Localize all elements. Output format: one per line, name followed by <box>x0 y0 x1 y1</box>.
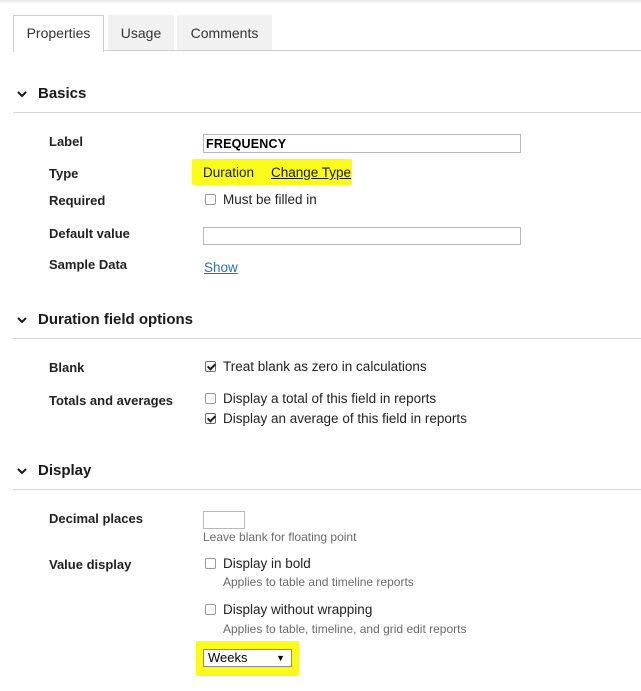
tab-usage[interactable]: Usage <box>108 15 174 51</box>
totals-label: Totals and averages <box>49 393 174 408</box>
average-checkbox-label: Display an average of this field in repo… <box>223 411 467 426</box>
bold-checkbox[interactable] <box>205 558 216 569</box>
section-divider <box>13 112 641 113</box>
section-duration-header[interactable]: Duration field options <box>17 311 193 328</box>
type-field-label: Type <box>49 166 79 181</box>
change-type-link[interactable]: Change Type <box>271 165 351 180</box>
average-checkbox[interactable] <box>205 413 216 424</box>
default-value-label: Default value <box>49 226 130 241</box>
section-display-title: Display <box>38 462 92 479</box>
required-checkbox[interactable] <box>205 194 216 205</box>
required-field-label: Required <box>49 193 106 208</box>
decimal-places-label: Decimal places <box>49 511 143 526</box>
section-display-header[interactable]: Display <box>17 462 91 479</box>
decimal-places-hint: Leave blank for floating point <box>203 530 357 544</box>
section-duration-title: Duration field options <box>38 311 193 328</box>
top-shadow <box>0 0 641 4</box>
blank-checkbox-label: Treat blank as zero in calculations <box>223 359 427 374</box>
section-divider <box>13 489 641 490</box>
bold-hint: Applies to table and timeline reports <box>223 575 414 589</box>
label-input[interactable] <box>203 134 521 153</box>
type-value: Duration <box>203 165 255 180</box>
label-field-label: Label <box>49 134 83 149</box>
section-basics-header[interactable]: Basics <box>17 85 86 102</box>
blank-checkbox[interactable] <box>205 361 216 372</box>
decimal-places-input[interactable] <box>203 511 245 529</box>
show-sample-link[interactable]: Show <box>204 260 238 275</box>
tab-comments[interactable]: Comments <box>177 15 272 51</box>
duration-unit-select[interactable]: Weeks ▼ <box>203 649 292 667</box>
required-checkbox-label: Must be filled in <box>223 192 317 207</box>
duration-unit-value: Weeks <box>208 650 248 665</box>
sample-data-label: Sample Data <box>49 257 128 272</box>
dropdown-arrow-icon: ▼ <box>276 653 285 663</box>
blank-label: Blank <box>49 360 85 375</box>
chevron-down-icon <box>17 311 29 328</box>
chevron-down-icon <box>17 462 29 479</box>
chevron-down-icon <box>17 85 29 102</box>
tab-properties[interactable]: Properties <box>13 15 104 52</box>
tab-divider <box>13 50 641 51</box>
no-wrap-checkbox[interactable] <box>205 604 216 615</box>
no-wrap-checkbox-label: Display without wrapping <box>223 602 373 617</box>
total-checkbox-label: Display a total of this field in reports <box>223 391 437 406</box>
default-value-input[interactable] <box>203 227 521 245</box>
total-checkbox[interactable] <box>205 393 216 404</box>
value-display-label: Value display <box>49 557 132 572</box>
bold-checkbox-label: Display in bold <box>223 556 311 571</box>
section-divider <box>13 338 641 339</box>
no-wrap-hint: Applies to table, timeline, and grid edi… <box>223 622 467 636</box>
section-basics-title: Basics <box>38 85 87 102</box>
